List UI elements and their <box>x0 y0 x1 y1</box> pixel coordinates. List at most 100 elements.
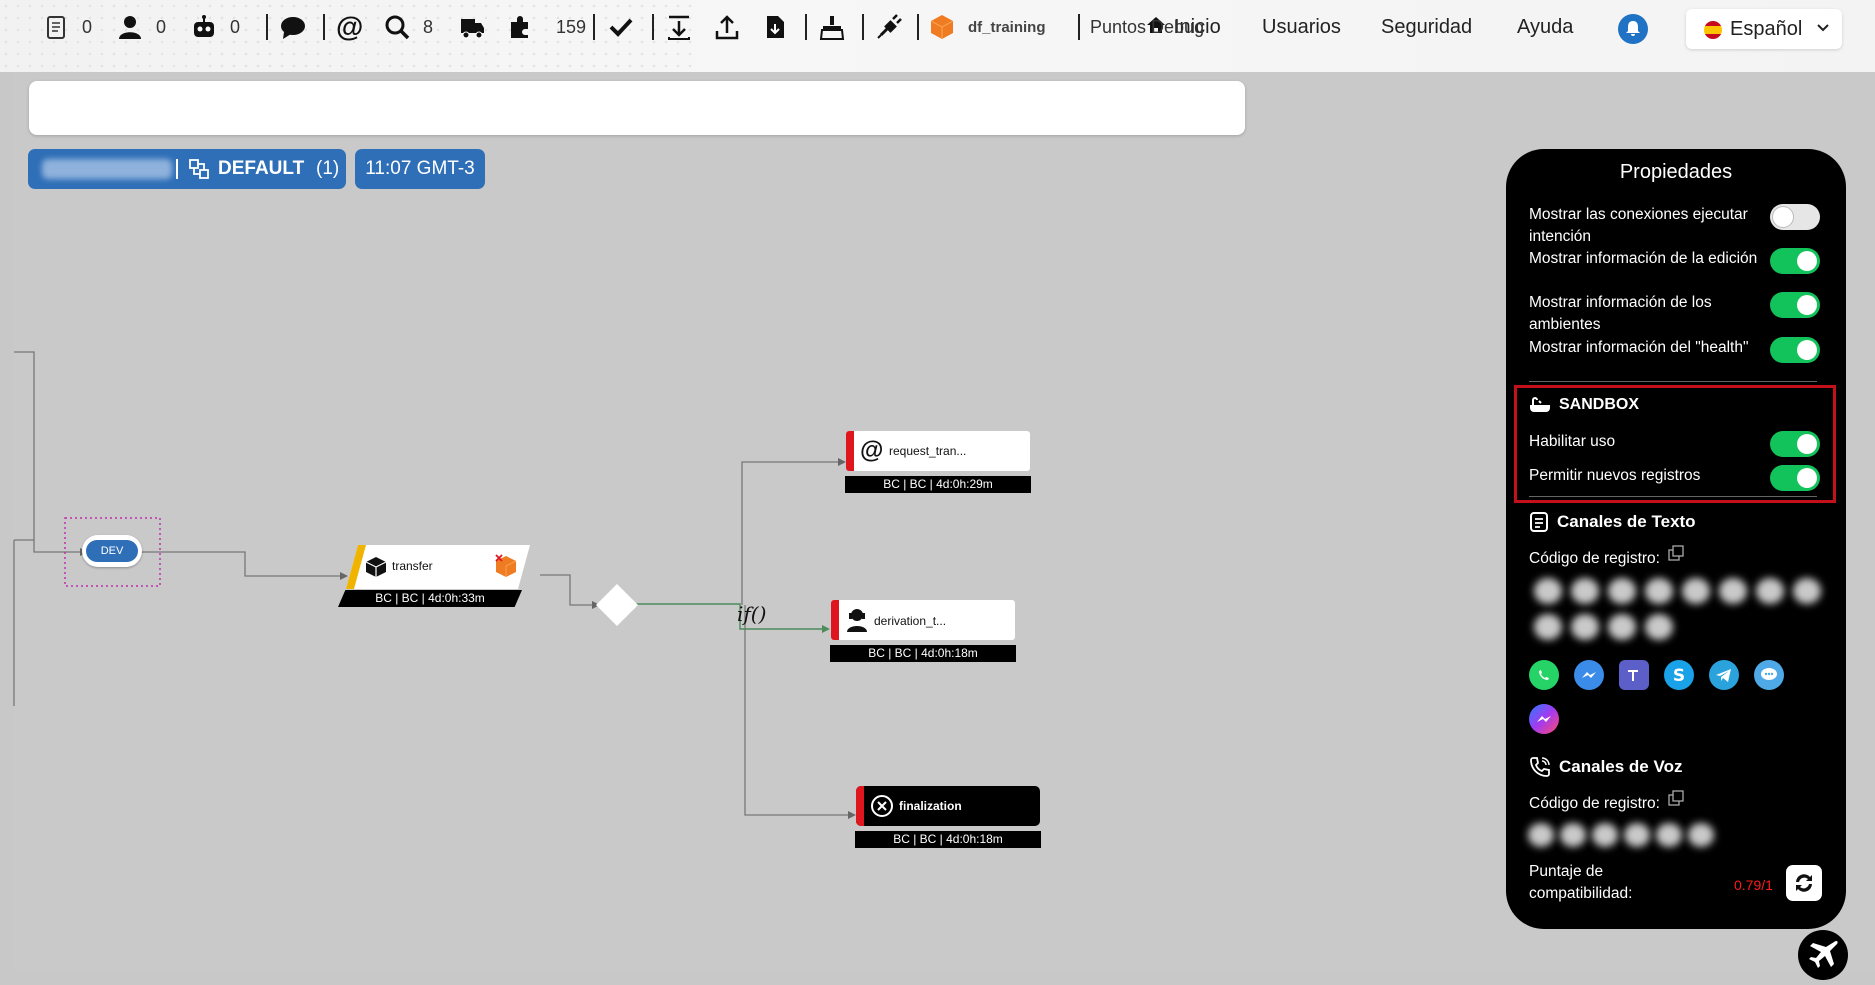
toggle-label-intent-connections: Mostrar las conexiones ejecutar intenció… <box>1529 206 1748 245</box>
voice-code-blurred <box>1528 819 1728 853</box>
dev-node[interactable]: DEV <box>82 535 142 567</box>
toolbar-divider <box>593 14 595 40</box>
request-node-alert-bar <box>846 431 854 471</box>
messenger-icon[interactable] <box>1574 660 1604 690</box>
toolbar-divider <box>266 14 268 40</box>
telegram-icon[interactable] <box>1709 660 1739 690</box>
env-info-toggle[interactable] <box>1770 292 1820 318</box>
toggle-label-edit-info: Mostrar información de la edición <box>1529 250 1758 267</box>
upload-icon <box>715 15 739 40</box>
voice-channels-header: Canales de Voz <box>1529 756 1682 778</box>
text-document-icon <box>1530 512 1548 532</box>
check-icon <box>609 18 633 37</box>
group-badge[interactable]: DEFAULT (1) <box>28 149 346 189</box>
toolbar-divider <box>1078 14 1080 40</box>
voice-code-label: Código de registro: <box>1529 790 1769 815</box>
download-file-button[interactable] <box>761 8 789 46</box>
toolbar-divider <box>917 14 919 40</box>
badge-divider <box>176 159 178 179</box>
flows-button[interactable] <box>458 8 486 46</box>
editor-toolbar <box>29 81 1245 135</box>
truck-icon <box>461 19 484 39</box>
debug-points-button[interactable]: Puntos Debug <box>1090 8 1204 46</box>
group-count: (1) <box>316 158 340 179</box>
dialogflow-error-icon <box>495 554 517 577</box>
webchat-icon[interactable] <box>1754 660 1784 690</box>
text-code-blurred <box>1534 574 1824 644</box>
finalization-node[interactable]: finalization <box>856 786 1040 826</box>
dev-node-pill: DEV <box>86 540 138 562</box>
bots-counter[interactable]: 0 <box>190 8 240 46</box>
at-sign-icon: @ <box>336 11 364 42</box>
toggle-label-health-info: Mostrar información del "health" <box>1529 339 1749 356</box>
chat-button[interactable] <box>279 8 307 46</box>
documents-count: 0 <box>82 16 93 37</box>
integrations-count: 159 <box>556 16 587 37</box>
plug-icon <box>877 14 902 39</box>
project-selector[interactable]: df_training <box>928 8 1046 46</box>
toolbar-divider <box>862 14 864 40</box>
finalization-node-status: BC | BC | 4d:0h:18m <box>855 831 1041 848</box>
integrations-counter[interactable]: 159 <box>506 8 586 46</box>
phone-icon <box>1530 757 1550 777</box>
validate-button[interactable] <box>607 8 635 46</box>
panel-title: Propiedades <box>1619 161 1733 183</box>
network-icon <box>189 159 209 179</box>
clean-button[interactable] <box>818 8 846 46</box>
close-circle-icon <box>871 795 893 817</box>
upload-button[interactable] <box>713 8 741 46</box>
file-download-icon <box>767 16 784 38</box>
skype-icon[interactable]: S <box>1664 660 1694 690</box>
import-button[interactable] <box>665 8 693 46</box>
score-label: Puntaje de compatibilidad: <box>1529 863 1633 902</box>
divider <box>1529 381 1817 382</box>
finalization-node-label: finalization <box>899 799 962 813</box>
agent-icon <box>119 16 141 39</box>
text-channels-title: Canales de Texto <box>1557 512 1696 531</box>
request-node-status: BC | BC | 4d:0h:29m <box>845 476 1031 493</box>
teams-icon[interactable] <box>1619 660 1649 690</box>
instagram-messenger-icon[interactable] <box>1529 704 1559 734</box>
clipboard-icon <box>47 16 65 39</box>
bots-count: 0 <box>230 16 241 37</box>
refresh-score-button[interactable] <box>1786 865 1822 901</box>
import-icon <box>668 15 690 40</box>
whatsapp-icon[interactable] <box>1529 660 1559 690</box>
search-counter[interactable]: 8 <box>383 8 433 46</box>
refresh-icon <box>1796 874 1812 892</box>
group-label: DEFAULT <box>218 158 305 179</box>
copy-icon[interactable] <box>1668 790 1684 806</box>
search-count: 8 <box>423 16 434 37</box>
decision-diamond <box>596 584 638 626</box>
agents-counter[interactable]: 0 <box>116 8 166 46</box>
score-value: 0.79/1 <box>1734 877 1773 893</box>
intent-connections-toggle[interactable] <box>1770 204 1820 230</box>
dialogflow-icon <box>930 15 954 39</box>
agents-count: 0 <box>156 16 167 37</box>
request-node[interactable]: @ request_tran... <box>846 431 1030 471</box>
transfer-node[interactable]: transfer <box>346 545 530 589</box>
agent-icon <box>847 609 867 632</box>
voice-code-label-text: Código de registro: <box>1529 795 1660 812</box>
text-channels-header: Canales de Texto <box>1529 511 1696 533</box>
documents-counter[interactable]: 0 <box>42 8 92 46</box>
health-info-toggle[interactable] <box>1770 337 1820 363</box>
properties-panel: Propiedades Mostrar las conexiones ejecu… <box>1506 149 1846 929</box>
finalization-node-alert-bar <box>856 786 864 826</box>
connect-button[interactable] <box>875 8 903 46</box>
toolbar-divider <box>805 14 807 40</box>
broom-icon <box>819 16 845 40</box>
edit-info-toggle[interactable] <box>1770 248 1820 274</box>
group-name-blurred <box>42 159 172 179</box>
robot-icon <box>194 15 214 37</box>
search-icon <box>385 15 410 40</box>
condition-label: if() <box>737 602 767 626</box>
transfer-node-label: transfer <box>392 559 433 573</box>
derivation-node[interactable]: derivation_t... <box>831 600 1015 640</box>
box-icon <box>365 557 387 577</box>
copy-icon[interactable] <box>1668 545 1684 561</box>
sandbox-highlight-box <box>1514 385 1836 503</box>
intents-button[interactable]: @ <box>336 8 363 46</box>
voice-channels-title: Canales de Voz <box>1559 757 1683 776</box>
at-icon: @ <box>860 437 884 464</box>
